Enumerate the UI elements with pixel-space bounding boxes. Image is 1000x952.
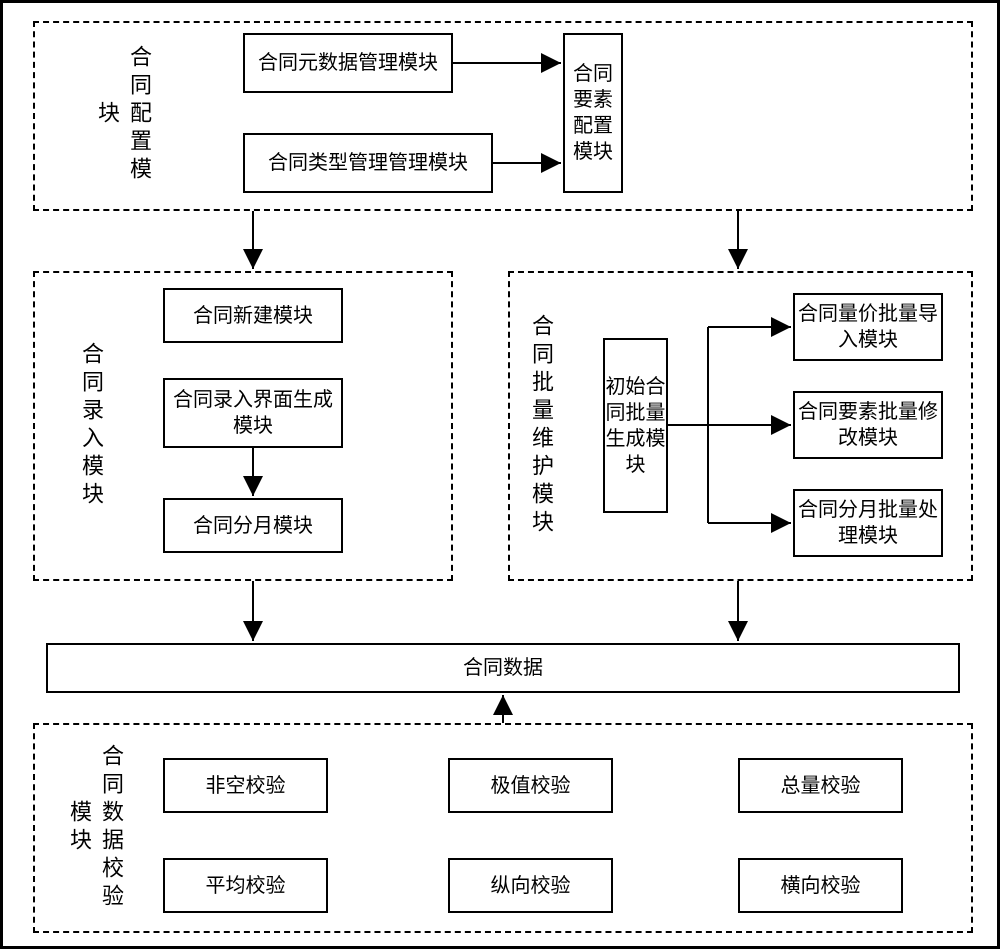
- section-entry-title: 合同录入模块: [75, 333, 107, 518]
- box-element-config: 合同要素配置模块: [563, 33, 623, 193]
- box-month-batch-proc: 合同分月批量处理模块: [793, 489, 943, 557]
- box-contract-data: 合同数据: [46, 643, 960, 693]
- box-type-mgmt: 合同类型管理管理模块: [243, 133, 493, 193]
- box-entry-ui-gen: 合同录入界面生成模块: [163, 378, 343, 448]
- box-contract-month: 合同分月模块: [163, 498, 343, 553]
- box-element-batch-mod: 合同要素批量修改模块: [793, 391, 943, 459]
- section-config: [33, 21, 973, 211]
- box-initial-batch-gen: 初始合同批量生成模块: [603, 338, 668, 513]
- diagram-canvas: 合同配置模块 合同元数据管理模块 合同类型管理管理模块 合同要素配置模块 合同录…: [0, 0, 1000, 949]
- section-config-title: 合同配置模块: [91, 35, 155, 195]
- box-metadata-mgmt: 合同元数据管理模块: [243, 33, 453, 93]
- box-contract-new: 合同新建模块: [163, 288, 343, 343]
- box-qty-price-import: 合同量价批量导入模块: [793, 293, 943, 361]
- section-validate-title: 合同数据校验模块: [63, 733, 127, 923]
- box-validate-notnull: 非空校验: [163, 758, 328, 813]
- box-validate-horizontal: 横向校验: [738, 858, 903, 913]
- box-validate-vertical: 纵向校验: [448, 858, 613, 913]
- box-validate-average: 平均校验: [163, 858, 328, 913]
- box-validate-total: 总量校验: [738, 758, 903, 813]
- section-batch-title: 合同批量维护模块: [525, 298, 557, 553]
- box-validate-extreme: 极值校验: [448, 758, 613, 813]
